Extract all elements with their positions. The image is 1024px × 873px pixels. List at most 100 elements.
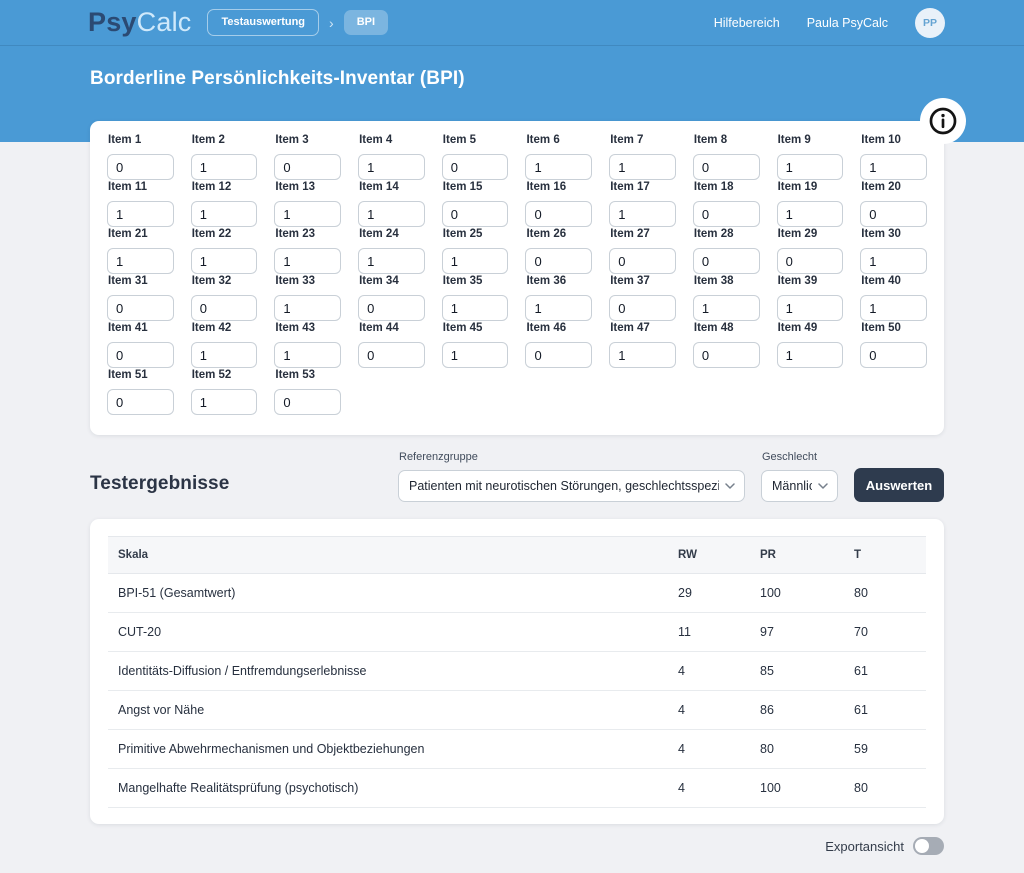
item-label: Item 23 [275, 228, 341, 240]
export-view-label: Exportansicht [825, 839, 904, 854]
item-input[interactable] [525, 342, 592, 368]
item-label: Item 12 [192, 181, 258, 193]
item-field: Item 35 [442, 275, 509, 321]
item-input[interactable] [860, 154, 927, 180]
item-input[interactable] [609, 154, 676, 180]
avatar[interactable]: PP [915, 8, 945, 38]
item-input[interactable] [860, 295, 927, 321]
item-field: Item 3 [274, 134, 341, 180]
item-input[interactable] [860, 248, 927, 274]
item-input[interactable] [191, 248, 258, 274]
item-input[interactable] [107, 154, 174, 180]
item-input[interactable] [274, 389, 341, 415]
item-input[interactable] [609, 248, 676, 274]
table-header-row: Skala RW PR T [108, 537, 926, 574]
item-input[interactable] [107, 342, 174, 368]
item-input[interactable] [693, 154, 760, 180]
item-field: Item 12 [191, 181, 258, 227]
item-input[interactable] [274, 248, 341, 274]
t-value: 80 [844, 574, 926, 613]
item-field: Item 1 [107, 134, 174, 180]
item-input[interactable] [442, 154, 509, 180]
item-label: Item 7 [610, 134, 676, 146]
rw-value: 11 [668, 613, 750, 652]
rw-value: 4 [668, 691, 750, 730]
export-view-toggle[interactable] [913, 837, 944, 855]
item-input[interactable] [191, 295, 258, 321]
item-input[interactable] [525, 154, 592, 180]
item-input[interactable] [525, 248, 592, 274]
item-input[interactable] [693, 248, 760, 274]
help-link[interactable]: Hilfebereich [714, 16, 780, 30]
table-row: CUT-20 11 97 70 [108, 613, 926, 652]
item-input[interactable] [358, 201, 425, 227]
breadcrumb-bpi[interactable]: BPI [344, 10, 388, 35]
item-input[interactable] [358, 154, 425, 180]
breadcrumb-testauswertung[interactable]: Testauswertung [207, 9, 319, 36]
item-input[interactable] [191, 154, 258, 180]
rw-value: 4 [668, 652, 750, 691]
item-label: Item 42 [192, 322, 258, 334]
item-input[interactable] [609, 295, 676, 321]
item-input[interactable] [191, 342, 258, 368]
item-input[interactable] [191, 389, 258, 415]
item-label: Item 4 [359, 134, 425, 146]
item-input[interactable] [442, 248, 509, 274]
item-input[interactable] [777, 248, 844, 274]
item-input[interactable] [107, 389, 174, 415]
item-field: Item 28 [693, 228, 760, 274]
chevron-down-icon [725, 483, 735, 489]
info-button[interactable] [920, 98, 966, 144]
item-field: Item 51 [107, 369, 174, 415]
item-input[interactable] [777, 201, 844, 227]
item-input[interactable] [860, 342, 927, 368]
item-label: Item 6 [526, 134, 592, 146]
item-label: Item 37 [610, 275, 676, 287]
item-input[interactable] [777, 154, 844, 180]
item-input[interactable] [860, 201, 927, 227]
item-input[interactable] [107, 248, 174, 274]
item-field: Item 40 [860, 275, 927, 321]
item-label: Item 13 [275, 181, 341, 193]
item-input[interactable] [693, 201, 760, 227]
item-input[interactable] [442, 201, 509, 227]
item-input[interactable] [107, 295, 174, 321]
item-label: Item 21 [108, 228, 174, 240]
item-input[interactable] [358, 248, 425, 274]
item-input[interactable] [777, 342, 844, 368]
item-input[interactable] [693, 295, 760, 321]
item-field: Item 29 [777, 228, 844, 274]
table-row: Mangelhafte Realitätsprüfung (psychotisc… [108, 769, 926, 808]
item-input[interactable] [191, 201, 258, 227]
topbar-right: Hilfebereich Paula PsyCalc PP [714, 8, 945, 38]
item-input[interactable] [107, 201, 174, 227]
pr-value: 85 [750, 652, 844, 691]
item-input[interactable] [777, 295, 844, 321]
item-input[interactable] [274, 154, 341, 180]
app-logo[interactable]: PsyCalc [88, 9, 191, 36]
user-name[interactable]: Paula PsyCalc [807, 16, 888, 30]
item-input[interactable] [609, 342, 676, 368]
item-input[interactable] [274, 342, 341, 368]
item-input[interactable] [274, 295, 341, 321]
item-input[interactable] [442, 342, 509, 368]
gender-select[interactable]: Männlich [761, 470, 838, 502]
page-title: Borderline Persönlichkeits-Inventar (BPI… [0, 46, 1024, 90]
evaluate-button[interactable]: Auswerten [854, 468, 944, 502]
item-input[interactable] [525, 201, 592, 227]
item-input[interactable] [693, 342, 760, 368]
item-label: Item 11 [108, 181, 174, 193]
item-input[interactable] [442, 295, 509, 321]
item-label: Item 39 [778, 275, 844, 287]
table-row: Primitive Abwehrmechanismen und Objektbe… [108, 730, 926, 769]
item-input[interactable] [358, 342, 425, 368]
item-input[interactable] [525, 295, 592, 321]
pr-value: 100 [750, 574, 844, 613]
item-input[interactable] [609, 201, 676, 227]
item-field: Item 50 [860, 322, 927, 368]
item-field: Item 5 [442, 134, 509, 180]
item-field: Item 14 [358, 181, 425, 227]
item-input[interactable] [274, 201, 341, 227]
item-input[interactable] [358, 295, 425, 321]
reference-group-select[interactable]: Patienten mit neurotischen Störungen, ge… [398, 470, 745, 502]
